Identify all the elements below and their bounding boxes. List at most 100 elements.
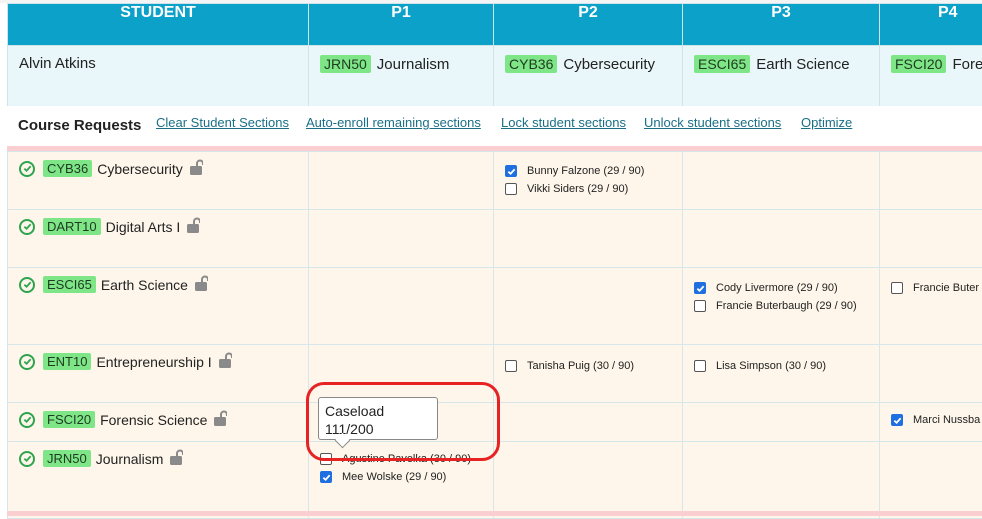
student-p1-cell[interactable]: JRN50 Journalism (308, 45, 494, 107)
request-course: CYB36 Cybersecurity (8, 152, 308, 178)
section-option[interactable]: Tanisha Puig (30 / 90) (494, 357, 682, 375)
header-p3[interactable]: P3 (682, 3, 880, 46)
request-course-cell: DART10 Digital Arts I (7, 209, 309, 268)
section-checkbox[interactable] (891, 282, 903, 294)
check-circle-icon (19, 353, 35, 370)
request-p2-cell (493, 209, 683, 268)
request-p4-cell: Marci Nussba (879, 402, 982, 442)
course-name: Earth Science (756, 55, 850, 73)
section-checkbox[interactable] (694, 360, 706, 372)
header-p4[interactable]: P4 (879, 3, 982, 46)
request-course-cell: FSCI20 Forensic Science (7, 402, 309, 442)
request-course: DART10 Digital Arts I (8, 210, 308, 236)
optimize-link[interactable]: Optimize (801, 115, 852, 130)
request-p3-cell: Lisa Simpson (30 / 90) (682, 344, 880, 403)
request-p2-cell: Tanisha Puig (30 / 90) (493, 344, 683, 403)
section-checkbox[interactable] (505, 165, 517, 177)
request-p3-cell (682, 151, 880, 210)
request-p3-cell (682, 441, 880, 519)
section-label: Lisa Simpson (30 / 90) (716, 360, 827, 372)
section-checkbox[interactable] (694, 300, 706, 312)
course-code: FSCI20 (891, 55, 947, 73)
section-checkbox[interactable] (694, 282, 706, 294)
request-course: JRN50 Journalism (8, 442, 308, 468)
course-code: ESCI65 (694, 55, 751, 73)
request-p3-cell (682, 209, 880, 268)
course-code: CYB36 (43, 160, 93, 177)
request-p2-cell (493, 267, 683, 345)
section-checkbox[interactable] (891, 414, 903, 426)
section-checkbox[interactable] (505, 360, 517, 372)
request-p2-cell (493, 402, 683, 442)
unlocked-icon[interactable] (194, 275, 209, 294)
request-p4-cell (879, 344, 982, 403)
section-label: Marci Nussba (913, 414, 981, 426)
lock-sections-link[interactable]: Lock student sections (501, 115, 626, 130)
student-name[interactable]: Alvin Atkins (8, 46, 308, 72)
unlock-sections-link[interactable]: Unlock student sections (644, 115, 781, 130)
check-circle-icon (19, 276, 35, 293)
section-option[interactable]: Lisa Simpson (30 / 90) (683, 357, 879, 375)
unlocked-icon[interactable] (189, 159, 204, 178)
course-requests-table: CYB36 Cybersecurity Bunny Falzone (29 / 90… (7, 151, 982, 519)
request-p4-cell: Francie Buter (879, 267, 982, 345)
request-row: CYB36 Cybersecurity Bunny Falzone (29 / 90… (7, 151, 982, 210)
request-p2-cell (493, 441, 683, 519)
course-name: Journalism (95, 450, 164, 467)
course-name: Cybersecurity (563, 55, 656, 73)
section-label: Francie Buterbaugh (29 / 90) (716, 300, 857, 312)
course-name: Journalism (376, 55, 450, 73)
course-code: FSCI20 (43, 411, 96, 428)
request-course-cell: ESCI65 Earth Science (7, 267, 309, 345)
check-circle-icon (19, 411, 35, 428)
section-option[interactable]: Marci Nussba (880, 411, 982, 429)
student-row: Alvin Atkins JRN50 Journalism CYB36 Cybers… (7, 45, 982, 107)
section-checkbox[interactable] (505, 183, 517, 195)
section-option[interactable]: Bunny Falzone (29 / 90) (494, 162, 682, 180)
student-p2-cell[interactable]: CYB36 Cybersecurity (493, 45, 683, 107)
header-p1[interactable]: P1 (308, 3, 494, 46)
section-option[interactable]: Francie Buterbaugh (29 / 90) (683, 297, 879, 315)
clear-sections-link[interactable]: Clear Student Sections (156, 115, 289, 130)
request-course-cell: ENT10 Entrepreneurship I (7, 344, 309, 403)
section-option[interactable]: Mee Wolske (29 / 90) (309, 468, 493, 486)
request-course: ESCI65 Earth Science (8, 268, 308, 294)
course-name: Entrepreneurship I (96, 353, 212, 370)
course-code: ESCI65 (43, 276, 96, 293)
section-label: Mee Wolske (29 / 90) (342, 471, 447, 483)
header-student[interactable]: STUDENT (7, 3, 309, 46)
auto-enroll-link[interactable]: Auto-enroll remaining sections (306, 115, 481, 130)
request-course: FSCI20 Forensic Science (8, 403, 308, 429)
section-option[interactable]: Vikki Siders (29 / 90) (494, 180, 682, 198)
course-name: Fore (952, 55, 982, 73)
section-option[interactable]: Cody Livermore (29 / 90) (683, 279, 879, 297)
course-name: Forensic Science (100, 411, 208, 428)
unlocked-icon[interactable] (218, 352, 233, 371)
section-option[interactable]: Francie Buter (880, 279, 982, 297)
course-name: Earth Science (100, 276, 188, 293)
request-p3-cell (682, 402, 880, 442)
section-checkbox[interactable] (320, 471, 332, 483)
request-p1-cell (308, 151, 494, 210)
header-p2[interactable]: P2 (493, 3, 683, 46)
highlight-ring (306, 382, 500, 461)
student-p4-cell[interactable]: FSCI20 Fore (879, 45, 982, 107)
request-p4-cell (879, 441, 982, 519)
course-code: ENT10 (43, 353, 92, 370)
course-name: Digital Arts I (105, 218, 181, 235)
unlocked-icon[interactable] (169, 449, 185, 468)
request-course-cell: CYB36 Cybersecurity (7, 151, 309, 210)
unlocked-icon[interactable] (213, 410, 229, 429)
unlocked-icon[interactable] (186, 217, 202, 236)
request-p3-cell: Cody Livermore (29 / 90) Francie Buterbau… (682, 267, 880, 345)
course-code: JRN50 (320, 55, 371, 73)
section-label: Cody Livermore (29 / 90) (716, 282, 838, 294)
request-row: ESCI65 Earth Science Cody Livermore (29 / … (7, 267, 982, 345)
request-p4-cell (879, 209, 982, 268)
request-p1-cell (308, 267, 494, 345)
section-label: Vikki Siders (29 / 90) (527, 183, 629, 195)
course-code: DART10 (43, 218, 101, 235)
course-requests-bar: Course Requests Clear Student Sections A… (7, 106, 982, 146)
course-code: JRN50 (43, 450, 91, 467)
student-p3-cell[interactable]: ESCI65 Earth Science (682, 45, 880, 107)
